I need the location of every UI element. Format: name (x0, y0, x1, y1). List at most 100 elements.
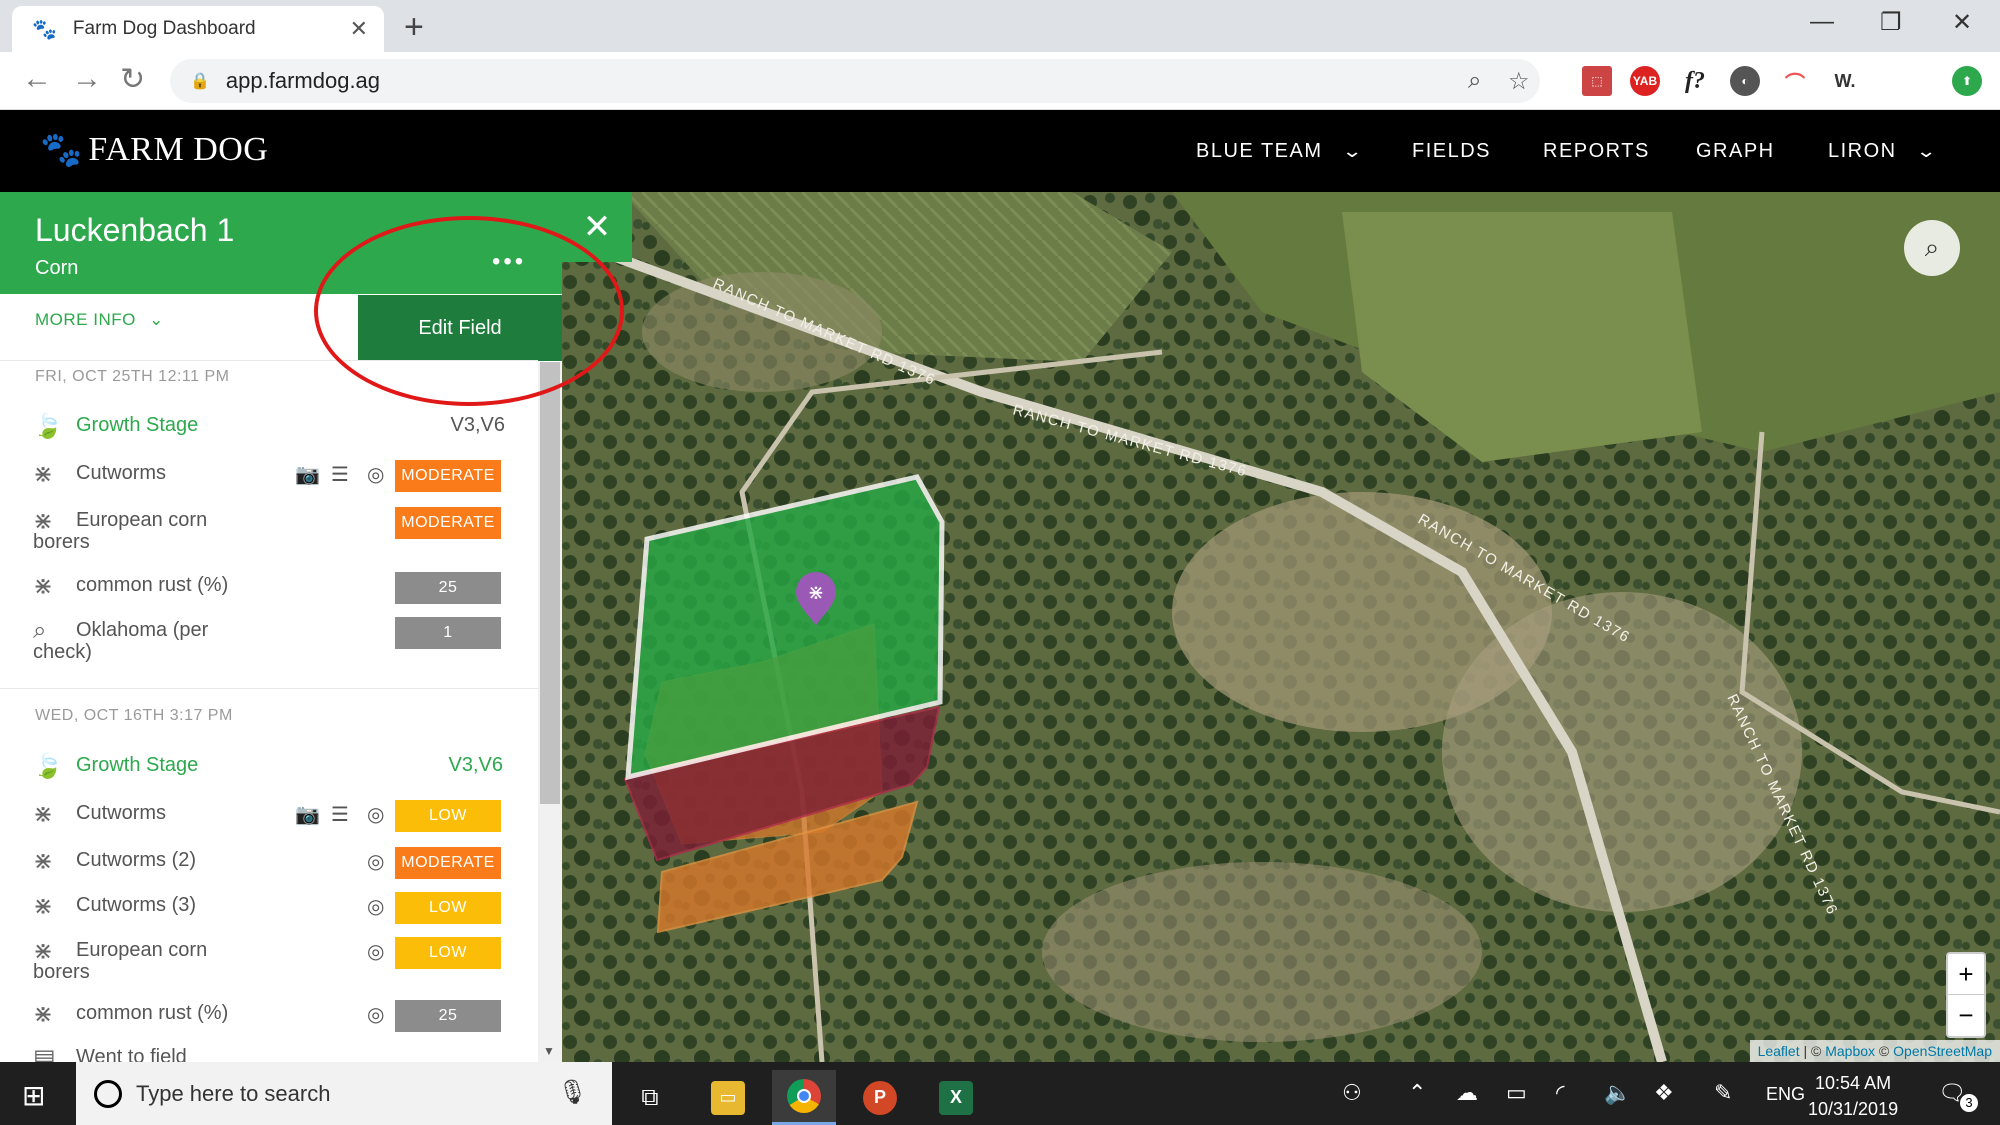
observation-date: FRI, OCT 25TH 12:11 PM (35, 368, 230, 385)
tab-close-icon[interactable]: ✕ (350, 16, 368, 42)
farm-dog-logo[interactable]: 🐾 FARM DOG (40, 130, 268, 170)
taskbar-search[interactable]: Type here to search 🎙 (76, 1062, 612, 1125)
osm-link[interactable]: OpenStreetMap (1893, 1043, 1992, 1059)
row-label: common rust (%) (76, 574, 229, 596)
pdf-extension-icon[interactable]: ⬚ (1582, 66, 1612, 96)
restore-icon[interactable]: ❐ (1880, 8, 1902, 37)
minimize-icon[interactable]: — (1810, 8, 1834, 36)
dropbox-icon[interactable]: ❖ (1654, 1080, 1674, 1106)
row-label: common rust (%) (76, 1002, 229, 1024)
zoom-in-button[interactable]: + (1948, 954, 1984, 995)
notification-count: 3 (1960, 1094, 1978, 1112)
nav-reports[interactable]: REPORTS (1543, 140, 1650, 163)
people-icon[interactable]: ⚇ (1342, 1080, 1362, 1106)
nav-label: REPORTS (1543, 140, 1650, 162)
tab-title: Farm Dog Dashboard (72, 18, 256, 39)
camera-icon[interactable]: 📷 (295, 462, 320, 487)
row-label: Growth Stage (76, 754, 199, 776)
zoom-icon[interactable]: ⌕ (1468, 67, 1481, 95)
update-icon[interactable]: ⬆ (1952, 66, 1982, 96)
rainbow-extension-icon[interactable]: ⌒ (1780, 66, 1810, 96)
bug-icon: ⋇ (33, 848, 54, 875)
locate-icon[interactable]: ◎ (367, 894, 384, 919)
task-view-icon[interactable]: ⧉ (618, 1070, 682, 1125)
nav-label: GRAPH (1696, 140, 1775, 162)
value-badge: 1 (395, 617, 501, 649)
zoom-out-button[interactable]: − (1948, 995, 1984, 1036)
back-icon[interactable]: ← (22, 62, 52, 96)
row-label: Cutworms (2) (76, 849, 197, 871)
onedrive-icon[interactable]: ☁ (1456, 1080, 1478, 1106)
excel-icon[interactable]: X (924, 1070, 988, 1125)
yab-extension-icon[interactable]: YAB (1630, 66, 1660, 96)
powerpoint-icon[interactable]: P (848, 1070, 912, 1125)
bookmark-star-icon[interactable]: ☆ (1508, 67, 1530, 96)
scroll-down-icon[interactable]: ▼ (543, 1044, 555, 1058)
highlight-annotation (314, 216, 624, 406)
f-extension-icon[interactable]: f? (1680, 66, 1710, 96)
file-explorer-icon[interactable]: ▭ (696, 1070, 760, 1125)
pen-icon[interactable]: ✎ (1714, 1080, 1732, 1106)
leaf-icon: 🍃 (33, 413, 63, 440)
leaflet-link[interactable]: Leaflet (1758, 1043, 1800, 1059)
row-label: European corn borers (33, 509, 296, 553)
paw-favicon-icon: 🐾 (32, 18, 57, 41)
language-indicator[interactable]: ENG (1766, 1084, 1805, 1105)
severity-badge: MODERATE (395, 460, 501, 492)
row-value: V3,V6 (450, 414, 505, 436)
row-label: Growth Stage (76, 414, 199, 436)
brand-name: FARM DOG (88, 131, 269, 168)
scrollbar-thumb[interactable] (540, 362, 560, 804)
microphone-icon[interactable]: 🎙 (558, 1078, 588, 1107)
nav-user-dropdown[interactable]: LIRON ⌄ (1828, 140, 1939, 163)
battery-icon[interactable]: ▭ (1506, 1080, 1527, 1106)
bug-icon: ⋇ (33, 1001, 54, 1028)
nav-team-dropdown[interactable]: BLUE TEAM ⌄ (1196, 140, 1365, 163)
attribution-sep: | © (1799, 1043, 1826, 1059)
row-label: Cutworms (3) (76, 894, 197, 916)
chrome-icon[interactable] (772, 1070, 836, 1125)
new-tab-button[interactable]: + (404, 8, 424, 47)
reload-icon[interactable]: ↻ (120, 62, 145, 97)
locate-icon[interactable]: ◎ (367, 849, 384, 874)
paw-logo-icon: 🐾 (40, 131, 83, 169)
severity-badge: MODERATE (395, 507, 501, 539)
nav-fields[interactable]: FIELDS (1412, 140, 1491, 163)
chevron-down-icon: ⌄ (1915, 141, 1939, 161)
forward-icon[interactable]: → (72, 62, 102, 96)
locate-icon[interactable]: ◎ (367, 939, 384, 964)
notes-icon[interactable]: ☰ (331, 462, 349, 487)
locate-icon[interactable]: ◎ (367, 802, 384, 827)
notes-icon[interactable]: ☰ (331, 802, 349, 827)
search-placeholder: Type here to search (136, 1080, 331, 1106)
chevron-down-icon: ⌄ (1341, 141, 1365, 161)
circle-extension-icon[interactable]: ◐ (1730, 66, 1760, 96)
chevron-down-icon: ⌄ (149, 310, 164, 329)
close-window-icon[interactable]: ✕ (1952, 8, 1972, 37)
map-canvas: RANCH TO MARKET RD 1376 RANCH TO MARKET … (562, 192, 2000, 1062)
row-label-line: borers (33, 531, 90, 553)
browser-tab[interactable]: 🐾 Farm Dog Dashboard ✕ (12, 6, 384, 52)
locate-icon[interactable]: ◎ (367, 462, 384, 487)
w-extension-icon[interactable]: W. (1830, 66, 1860, 96)
cortana-icon (94, 1080, 122, 1108)
satellite-map[interactable]: RANCH TO MARKET RD 1376 RANCH TO MARKET … (562, 192, 2000, 1062)
more-info-toggle[interactable]: MORE INFO ⌄ (35, 310, 164, 330)
value-badge: 25 (395, 572, 501, 604)
mapbox-link[interactable]: Mapbox (1825, 1043, 1875, 1059)
row-label: Oklahoma (per check) (33, 619, 296, 663)
tray-expand-icon[interactable]: ⌃ (1408, 1080, 1426, 1106)
camera-icon[interactable]: 📷 (295, 802, 320, 827)
row-label-line: European corn (76, 509, 208, 531)
system-clock[interactable]: 10:54 AM 10/31/2019 (1808, 1070, 1898, 1122)
wifi-icon[interactable]: ◜ (1556, 1080, 1565, 1106)
windows-start-icon[interactable]: ⊞ (22, 1079, 45, 1112)
locate-icon[interactable]: ◎ (367, 1002, 384, 1027)
attribution-sep: © (1875, 1043, 1894, 1059)
panel-scrollbar[interactable]: ▼ (538, 362, 562, 1062)
bug-icon: ⋇ (33, 801, 54, 828)
volume-icon[interactable]: 🔈 (1604, 1080, 1631, 1106)
nav-graph[interactable]: GRAPH (1696, 140, 1775, 163)
map-search-icon[interactable]: ⌕ (1904, 220, 1960, 276)
url-bar[interactable]: 🔒 app.farmdog.ag ⌕ ☆ (170, 59, 1540, 103)
